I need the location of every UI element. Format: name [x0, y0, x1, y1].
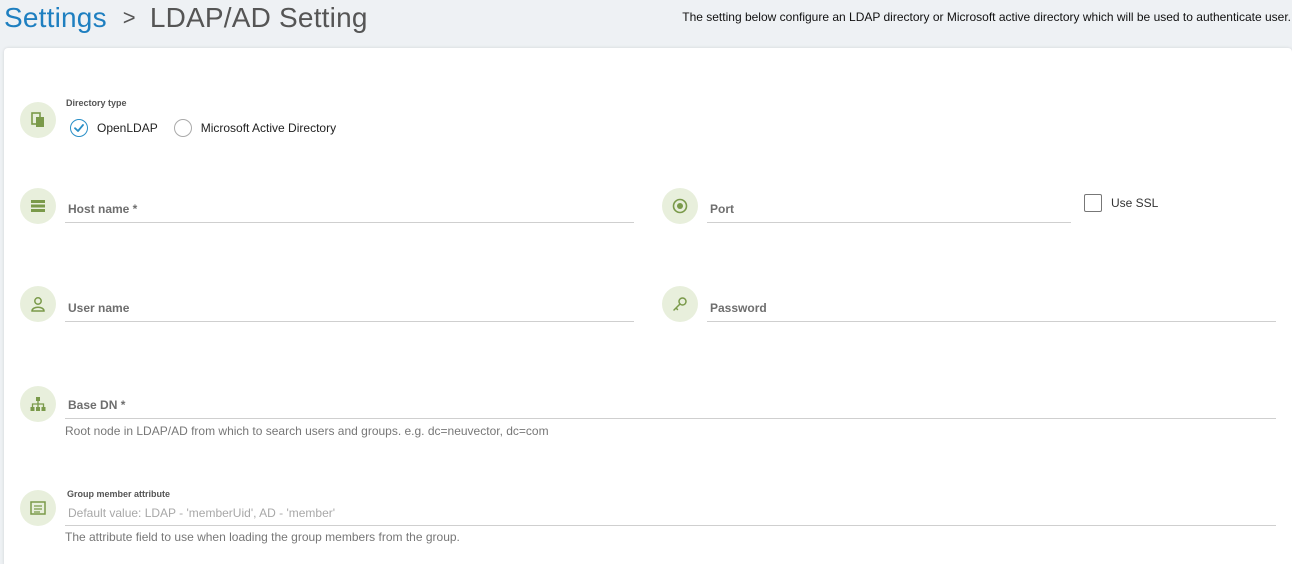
ldap-settings-form: Directory type OpenLDAP Microsoft Active… [4, 48, 1292, 564]
document-copy-icon [20, 102, 56, 138]
directory-type-label: Directory type [66, 98, 127, 108]
group-member-hint: The attribute field to use when loading … [65, 530, 460, 544]
port-field [707, 187, 1071, 223]
radio-unchecked-icon [173, 119, 192, 137]
base-dn-hint: Root node in LDAP/AD from which to searc… [65, 424, 549, 438]
radio-microsoft-ad[interactable]: Microsoft Active Directory [173, 119, 337, 137]
person-icon [20, 286, 56, 322]
user-name-field [65, 286, 634, 322]
group-member-field [65, 500, 1276, 526]
user-name-input[interactable] [65, 286, 634, 321]
radio-checked-icon [70, 119, 88, 137]
password-input[interactable] [707, 286, 1276, 321]
host-name-input[interactable] [65, 187, 634, 222]
base-dn-field [65, 383, 1276, 419]
checkbox-box [1084, 194, 1102, 212]
sitemap-icon [20, 386, 56, 422]
breadcrumb-separator: > [122, 5, 136, 30]
server-icon [20, 188, 56, 224]
group-member-input[interactable] [65, 500, 1276, 525]
use-ssl-checkbox[interactable]: Use SSL [1084, 194, 1158, 212]
password-field [707, 286, 1276, 322]
use-ssl-label: Use SSL [1111, 196, 1159, 210]
radio-openldap[interactable]: OpenLDAP [70, 119, 158, 137]
page-header: Settings > LDAP/AD Setting The setting b… [0, 0, 1292, 44]
port-input[interactable] [707, 187, 1071, 222]
key-icon [662, 286, 698, 322]
group-member-label: Group member attribute [67, 489, 171, 499]
page-description: The setting below configure an LDAP dire… [682, 10, 1291, 24]
directory-type-radio-group: OpenLDAP Microsoft Active Directory [70, 118, 352, 138]
page-title: LDAP/AD Setting [149, 2, 368, 33]
list-icon [20, 490, 56, 526]
radio-openldap-label: OpenLDAP [97, 121, 158, 135]
host-name-field [65, 187, 634, 223]
breadcrumb: Settings > LDAP/AD Setting [4, 0, 368, 36]
base-dn-input[interactable] [65, 383, 1276, 418]
breadcrumb-settings-link[interactable]: Settings [4, 2, 107, 34]
target-icon [662, 188, 698, 224]
radio-microsoft-ad-label: Microsoft Active Directory [200, 121, 337, 135]
